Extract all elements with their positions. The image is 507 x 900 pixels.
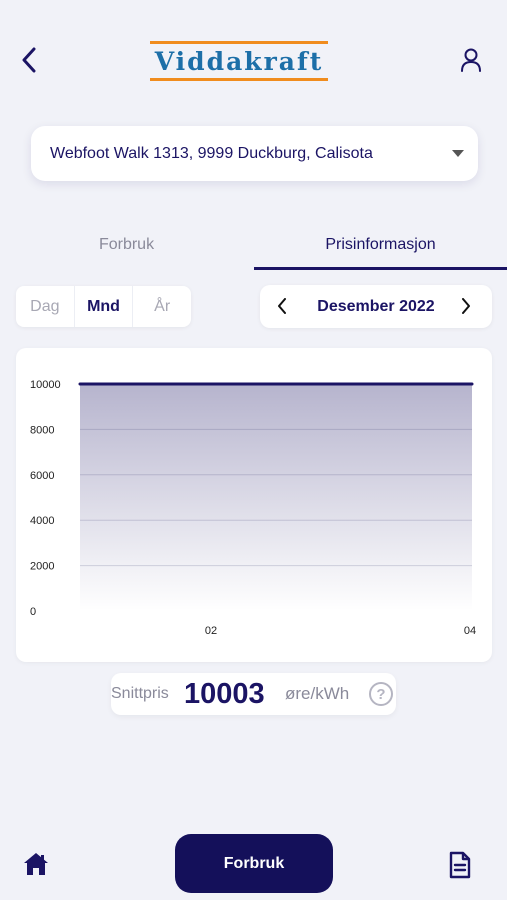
- next-month-button[interactable]: [452, 291, 480, 321]
- y-tick-label: 8000: [30, 424, 54, 436]
- chevron-left-icon: [22, 47, 36, 73]
- price-chart-card: 0 2000 4000 6000 8000 10000 02 04: [16, 348, 492, 662]
- average-price-unit: øre/kWh: [285, 684, 350, 703]
- brand-logo: Viddakraft: [150, 41, 328, 81]
- profile-button[interactable]: [454, 42, 488, 78]
- home-icon: [24, 853, 48, 875]
- average-price-value: 10003: [184, 677, 265, 710]
- consumption-button[interactable]: Forbruk: [175, 834, 333, 893]
- y-tick-label: 2000: [30, 561, 54, 573]
- document-button[interactable]: [444, 848, 476, 882]
- user-icon: [461, 48, 481, 72]
- tab-forbruk[interactable]: Forbruk: [0, 222, 253, 268]
- x-tick-label: 02: [205, 625, 217, 637]
- period-option-month[interactable]: Mnd: [73, 286, 134, 327]
- chevron-left-icon: [278, 298, 286, 314]
- period-selector: Dag Mnd År: [16, 286, 191, 327]
- month-picker: Desember 2022: [260, 285, 492, 328]
- y-tick-label: 4000: [30, 515, 54, 527]
- help-icon[interactable]: ?: [369, 682, 393, 706]
- caret-down-icon: [452, 150, 464, 157]
- month-label: Desember 2022: [317, 297, 435, 315]
- document-icon: [449, 851, 471, 879]
- period-option-year[interactable]: År: [133, 286, 191, 327]
- active-tab-indicator: [254, 267, 507, 270]
- x-tick-label: 04: [464, 625, 476, 637]
- price-chart: 0 2000 4000 6000 8000 10000 02 04: [30, 379, 476, 637]
- tab-prisinformasjon[interactable]: Prisinformasjon: [254, 222, 507, 268]
- back-button[interactable]: [14, 40, 44, 80]
- series-area: [80, 384, 472, 611]
- data-point: [470, 382, 474, 386]
- data-point: [78, 382, 82, 386]
- y-tick-label: 6000: [30, 470, 54, 482]
- chevron-right-icon: [462, 298, 470, 314]
- average-price: Snittpris 10003 øre/kWh ?: [111, 673, 396, 715]
- period-option-day[interactable]: Dag: [16, 286, 74, 327]
- home-button[interactable]: [20, 848, 52, 880]
- previous-month-button[interactable]: [268, 291, 296, 321]
- address-value: Webfoot Walk 1313, 9999 Duckburg, Caliso…: [50, 144, 373, 162]
- logo-text: Viddakraft: [154, 46, 324, 76]
- y-tick-label: 10000: [30, 379, 61, 391]
- average-price-label: Snittpris: [111, 685, 169, 702]
- y-tick-label: 0: [30, 606, 36, 618]
- address-select[interactable]: Webfoot Walk 1313, 9999 Duckburg, Caliso…: [31, 126, 478, 181]
